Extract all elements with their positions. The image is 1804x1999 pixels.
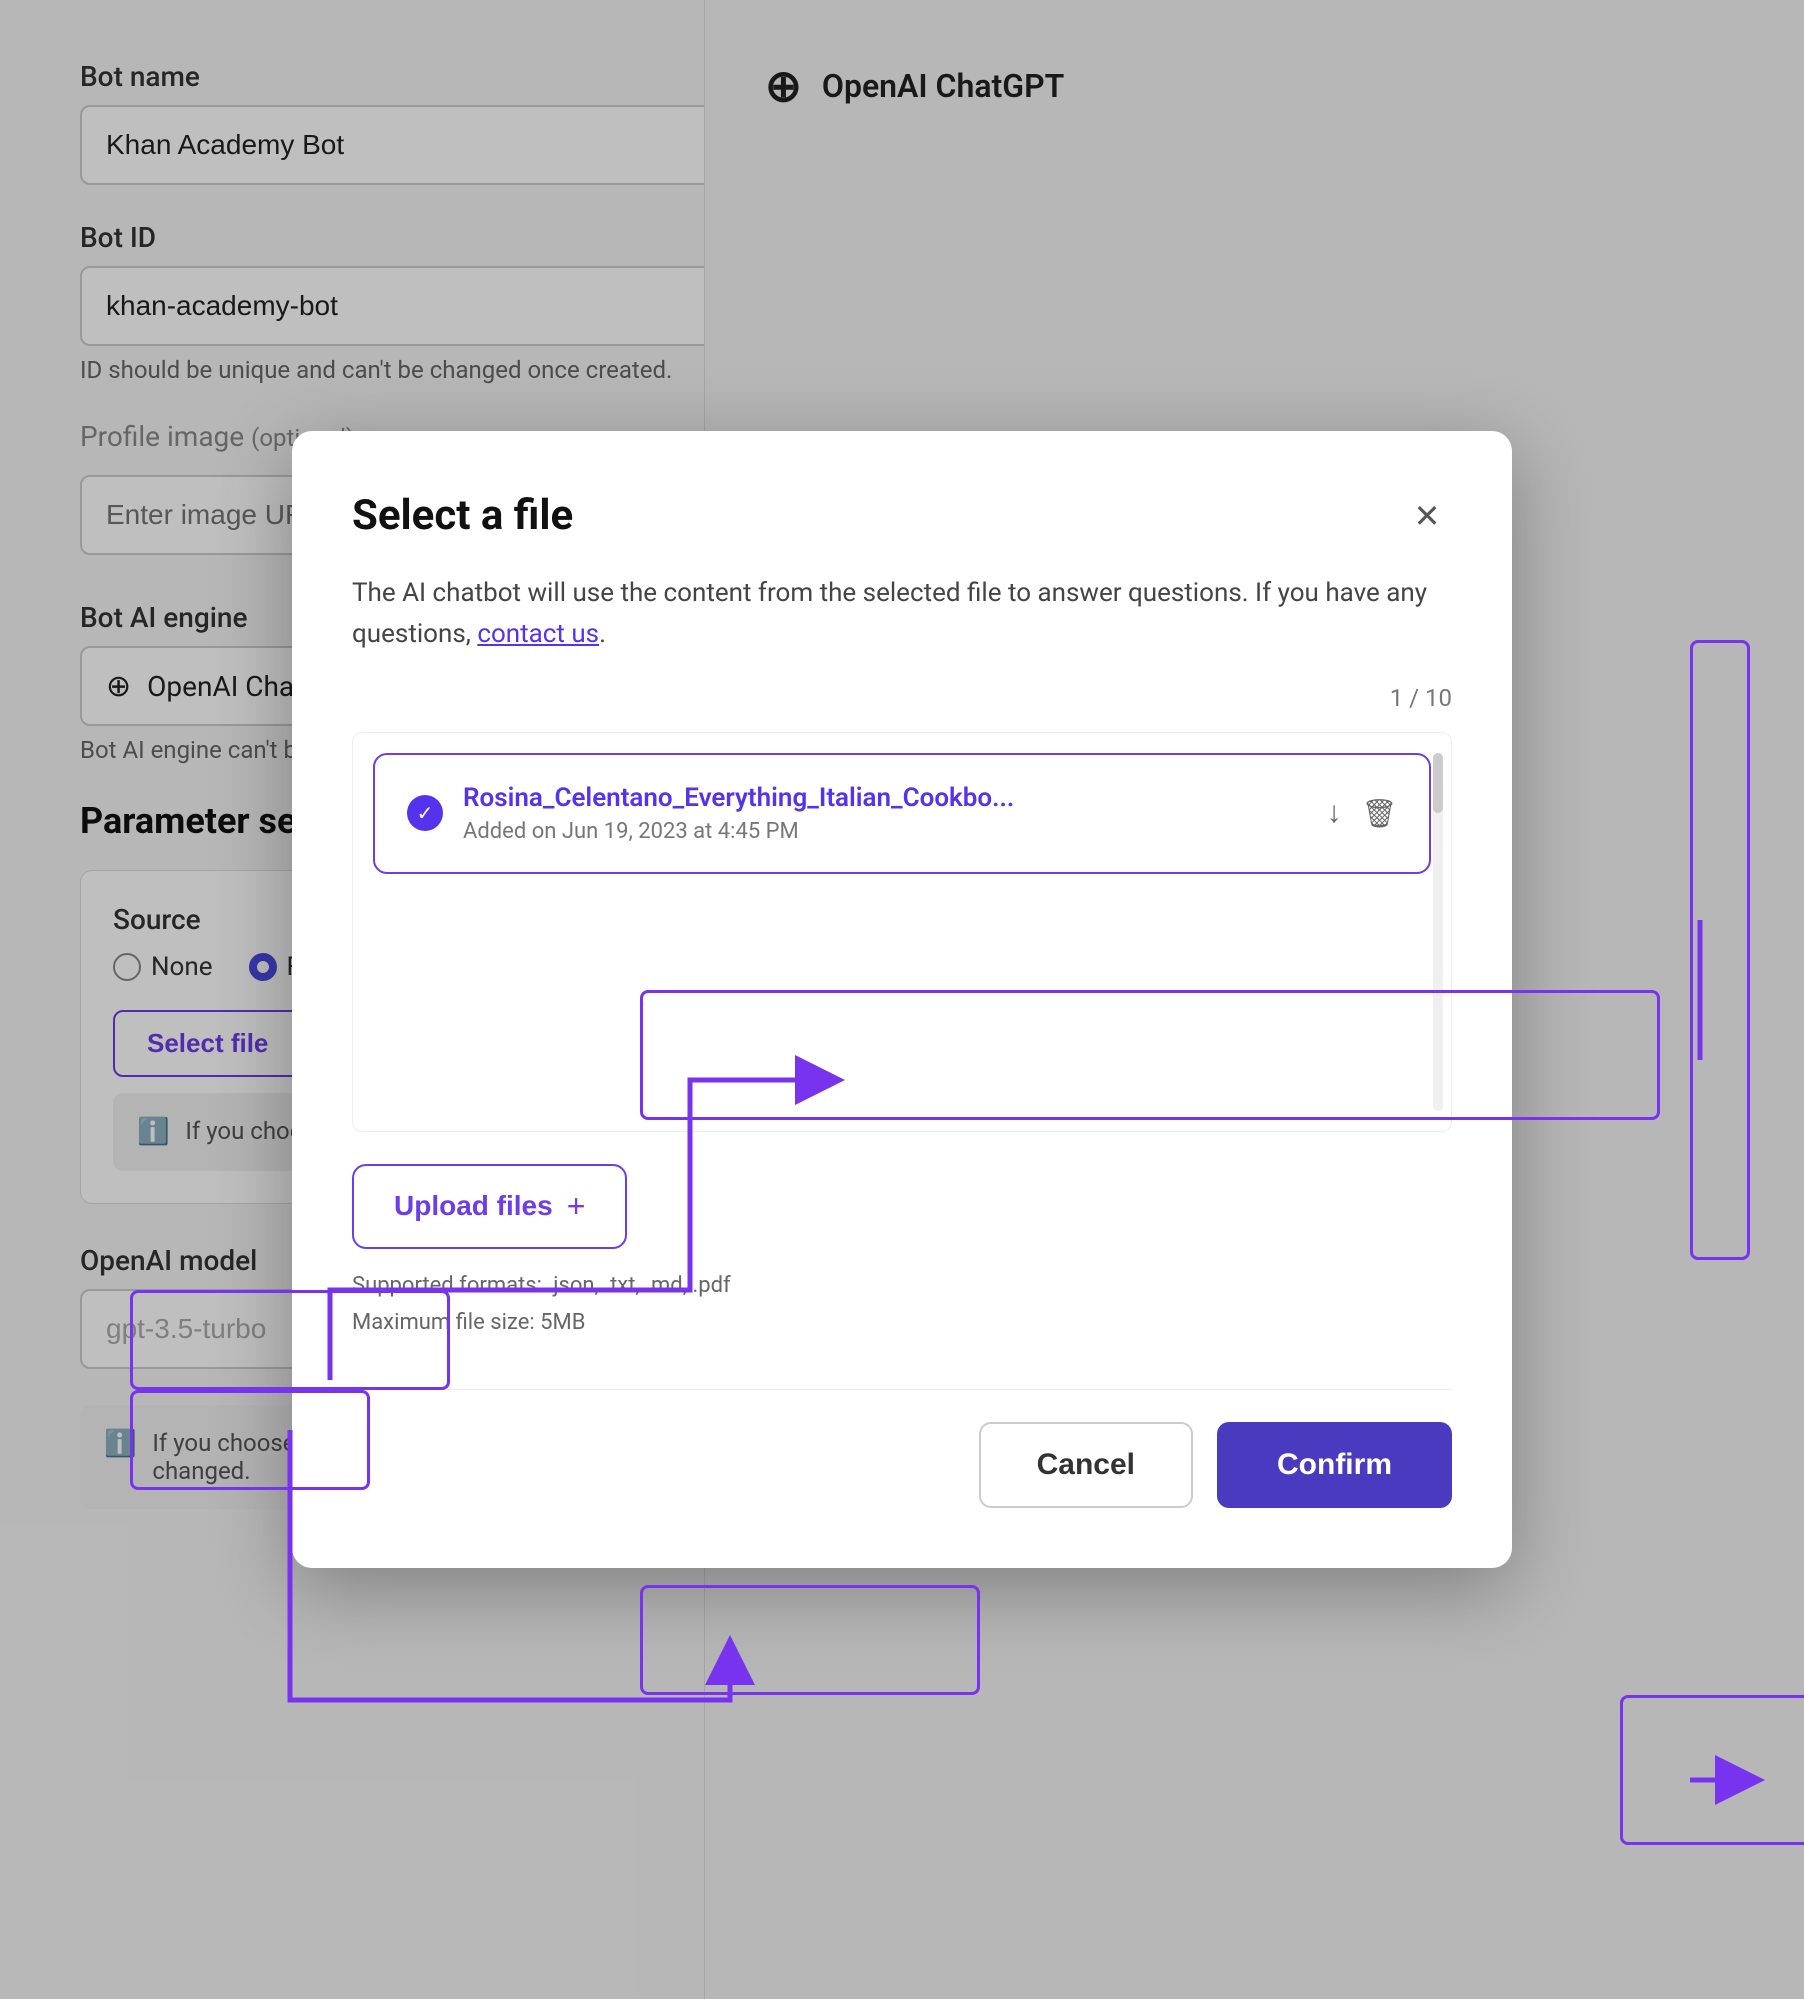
plus-icon: + bbox=[567, 1188, 586, 1225]
file-delete-button[interactable]: 🗑 bbox=[1361, 797, 1397, 830]
cancel-button[interactable]: Cancel bbox=[979, 1422, 1193, 1508]
pagination: 1 / 10 bbox=[352, 684, 1452, 712]
file-info: Rosina_Celentano_Everything_Italian_Cook… bbox=[463, 783, 1306, 844]
file-list-item[interactable]: ✓ Rosina_Celentano_Everything_Italian_Co… bbox=[373, 753, 1431, 874]
upload-files-button[interactable]: Upload files + bbox=[352, 1164, 627, 1249]
formats-hint: Supported formats: .json, .txt, .md, .pd… bbox=[352, 1267, 1452, 1342]
modal-footer: Cancel Confirm bbox=[352, 1389, 1452, 1508]
scrollbar-thumb[interactable] bbox=[1433, 753, 1443, 813]
confirm-button[interactable]: Confirm bbox=[1217, 1422, 1452, 1508]
check-icon: ✓ bbox=[417, 801, 434, 825]
modal-overlay: Select a file ✕ The AI chatbot will use … bbox=[0, 0, 1804, 1999]
upload-files-label: Upload files bbox=[394, 1190, 553, 1222]
close-icon: ✕ bbox=[1414, 497, 1441, 535]
modal-description: The AI chatbot will use the content from… bbox=[352, 573, 1452, 656]
files-scroll-area: ✓ Rosina_Celentano_Everything_Italian_Co… bbox=[352, 732, 1452, 1132]
download-icon: ↓ bbox=[1326, 796, 1341, 829]
contact-us-link[interactable]: contact us bbox=[477, 619, 599, 649]
file-date: Added on Jun 19, 2023 at 4:45 PM bbox=[463, 819, 1306, 844]
trash-icon: 🗑 bbox=[1361, 798, 1397, 829]
modal-header: Select a file ✕ bbox=[352, 491, 1452, 541]
file-selected-check: ✓ bbox=[407, 795, 443, 831]
file-actions: ↓ 🗑 bbox=[1326, 796, 1397, 830]
modal-title: Select a file bbox=[352, 491, 573, 540]
scrollbar-track[interactable] bbox=[1433, 753, 1443, 1111]
modal-close-button[interactable]: ✕ bbox=[1402, 491, 1452, 541]
file-name: Rosina_Celentano_Everything_Italian_Cook… bbox=[463, 783, 1306, 813]
file-download-button[interactable]: ↓ bbox=[1326, 796, 1341, 830]
select-file-modal: Select a file ✕ The AI chatbot will use … bbox=[292, 431, 1512, 1569]
